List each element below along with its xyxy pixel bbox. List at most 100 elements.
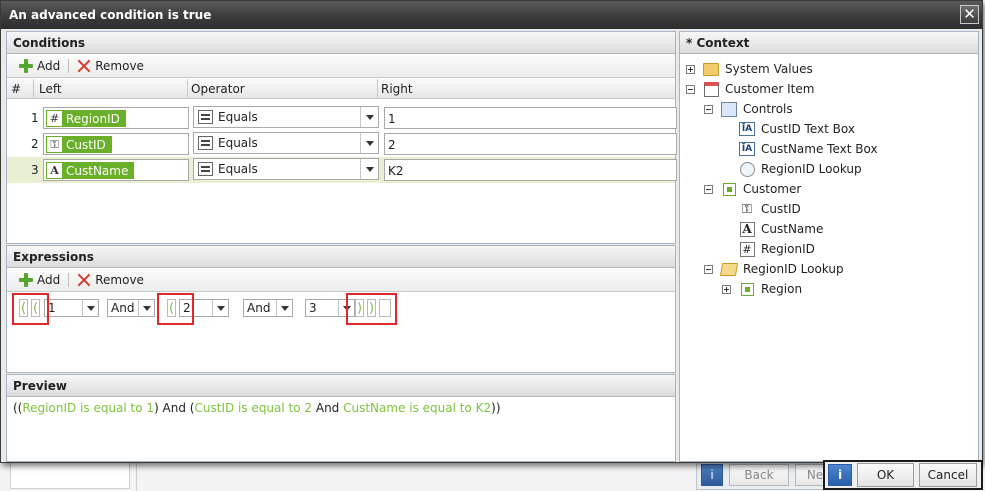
conditions-toolbar: Add Remove [7, 54, 675, 78]
dialog-title: An advanced condition is true [9, 8, 212, 22]
field-token[interactable]: A CustName [46, 162, 135, 179]
close-icon[interactable]: ✕ [960, 5, 979, 24]
key-icon: ⚿ [46, 136, 63, 153]
chevron-down-icon[interactable] [212, 300, 228, 316]
chevron-down-icon[interactable] [360, 133, 378, 153]
tree-item-controls[interactable]: Controls [704, 100, 793, 118]
smartobject-icon [740, 282, 754, 296]
remove-icon [77, 59, 91, 73]
tree-item-custname[interactable]: A CustName [739, 220, 823, 238]
condition-row[interactable]: 2 ⚿ CustID Equals 2 [7, 131, 677, 157]
info-icon[interactable]: i [701, 464, 723, 486]
right-operand-input[interactable]: K2 [384, 159, 677, 181]
expand-icon[interactable] [722, 284, 731, 294]
expand-icon[interactable] [686, 64, 695, 74]
tree-item-region[interactable]: Region [722, 280, 802, 298]
hash-icon: # [739, 241, 755, 257]
dropdown-value: And [247, 301, 271, 315]
left-operand-field[interactable]: # RegionID [43, 107, 189, 129]
tree-item-regionid[interactable]: # RegionID [739, 240, 815, 258]
highlight-marker [157, 293, 194, 325]
field-token-label: CustName [66, 163, 129, 178]
context-header: * Context [680, 32, 978, 54]
logical-operator-dropdown[interactable]: And [107, 299, 155, 317]
collapse-icon[interactable] [686, 84, 695, 94]
highlight-marker [346, 293, 397, 325]
column-right: Right [381, 82, 413, 96]
collapse-icon[interactable] [704, 184, 713, 194]
hash-icon: # [46, 110, 63, 127]
right-operand-input[interactable]: 1 [384, 107, 677, 129]
tree-item-regionid-lookup-control[interactable]: RegionID Lookup [739, 160, 862, 178]
expression-condition-dropdown[interactable]: 1 [44, 299, 99, 317]
ok-button[interactable]: OK [857, 463, 914, 487]
tree-item-system-values[interactable]: System Values [686, 60, 813, 78]
preview-panel: Preview ((RegionID is equal to 1) And (C… [6, 374, 676, 462]
window-icon [703, 81, 719, 97]
remove-icon [77, 273, 91, 287]
expressions-header: Expressions [7, 246, 675, 268]
collapse-icon[interactable] [704, 264, 713, 274]
textbox-icon: ĪA [739, 142, 755, 156]
chevron-down-icon[interactable] [360, 107, 378, 127]
toolbar-separator [68, 272, 70, 287]
column-left: Left [39, 82, 62, 96]
plus-icon [19, 58, 33, 73]
operator-dropdown[interactable]: Equals [193, 158, 379, 180]
equals-icon [198, 110, 213, 124]
toolbar-separator [68, 58, 70, 73]
right-operand-input[interactable]: 2 [384, 133, 677, 155]
tree-item-custid[interactable]: ⚿ CustID [739, 200, 801, 218]
field-token[interactable]: ⚿ CustID [46, 136, 112, 153]
chevron-down-icon[interactable] [276, 300, 292, 316]
text-a-icon: A [46, 162, 63, 179]
tree-item-regionid-lookup[interactable]: RegionID Lookup [704, 260, 844, 278]
folder-open-icon [719, 262, 739, 276]
add-expression-button[interactable]: Add [15, 272, 64, 287]
condition-row[interactable]: 1 # RegionID Equals 1 [7, 105, 677, 131]
column-operator: Operator [191, 82, 245, 96]
operator-dropdown[interactable]: Equals [193, 132, 379, 154]
chevron-down-icon[interactable] [138, 300, 154, 316]
tree-item-custname-textbox[interactable]: ĪA CustName Text Box [739, 140, 878, 158]
row-number: 3 [31, 163, 39, 177]
operator-value: Equals [218, 136, 258, 150]
collapse-icon[interactable] [704, 104, 713, 114]
remove-label: Remove [95, 272, 144, 287]
tree-item-customer[interactable]: Customer [704, 180, 801, 198]
chevron-down-icon[interactable] [82, 300, 98, 316]
left-operand-field[interactable]: ⚿ CustID [43, 133, 189, 155]
smartobject-icon [722, 182, 736, 196]
equals-icon [198, 136, 213, 150]
back-button[interactable]: Back [729, 464, 789, 486]
preview-header: Preview [7, 375, 675, 397]
plus-icon [19, 272, 33, 287]
text-a-icon: A [739, 221, 755, 237]
cancel-button[interactable]: Cancel [919, 463, 977, 487]
row-number: 1 [31, 111, 39, 125]
conditions-panel: Conditions Add Remove # Left Operator Ri… [6, 31, 677, 244]
operator-dropdown[interactable]: Equals [193, 106, 379, 128]
operator-value: Equals [218, 110, 258, 124]
add-condition-button[interactable]: Add [15, 58, 64, 73]
logical-operator-dropdown[interactable]: And [243, 299, 293, 317]
key-icon: ⚿ [742, 201, 752, 217]
condition-row-selected[interactable]: 3 A CustName Equals K2 [7, 157, 677, 183]
dropdown-value: 3 [309, 301, 317, 315]
dropdown-value: And [111, 301, 135, 315]
add-label: Add [37, 272, 61, 287]
remove-condition-button[interactable]: Remove [73, 59, 148, 73]
remove-expression-button[interactable]: Remove [73, 273, 148, 287]
tree-item-custid-textbox[interactable]: ĪA CustID Text Box [739, 120, 855, 138]
conditions-grid-header: # Left Operator Right [7, 79, 675, 99]
tree-item-customer-item[interactable]: Customer Item [686, 80, 814, 98]
row-number: 2 [31, 137, 39, 151]
help-info-icon[interactable]: i [828, 464, 852, 486]
column-number: # [11, 82, 22, 96]
field-token-label: CustID [66, 137, 106, 152]
left-operand-field[interactable]: A CustName [43, 159, 189, 181]
chevron-down-icon[interactable] [360, 159, 378, 179]
preview-text: ((RegionID is equal to 1) And (CustID is… [13, 401, 501, 415]
expression-builder: ( ( 1 And ( 2 And 3 )) [7, 294, 675, 324]
field-token[interactable]: # RegionID [46, 110, 126, 127]
